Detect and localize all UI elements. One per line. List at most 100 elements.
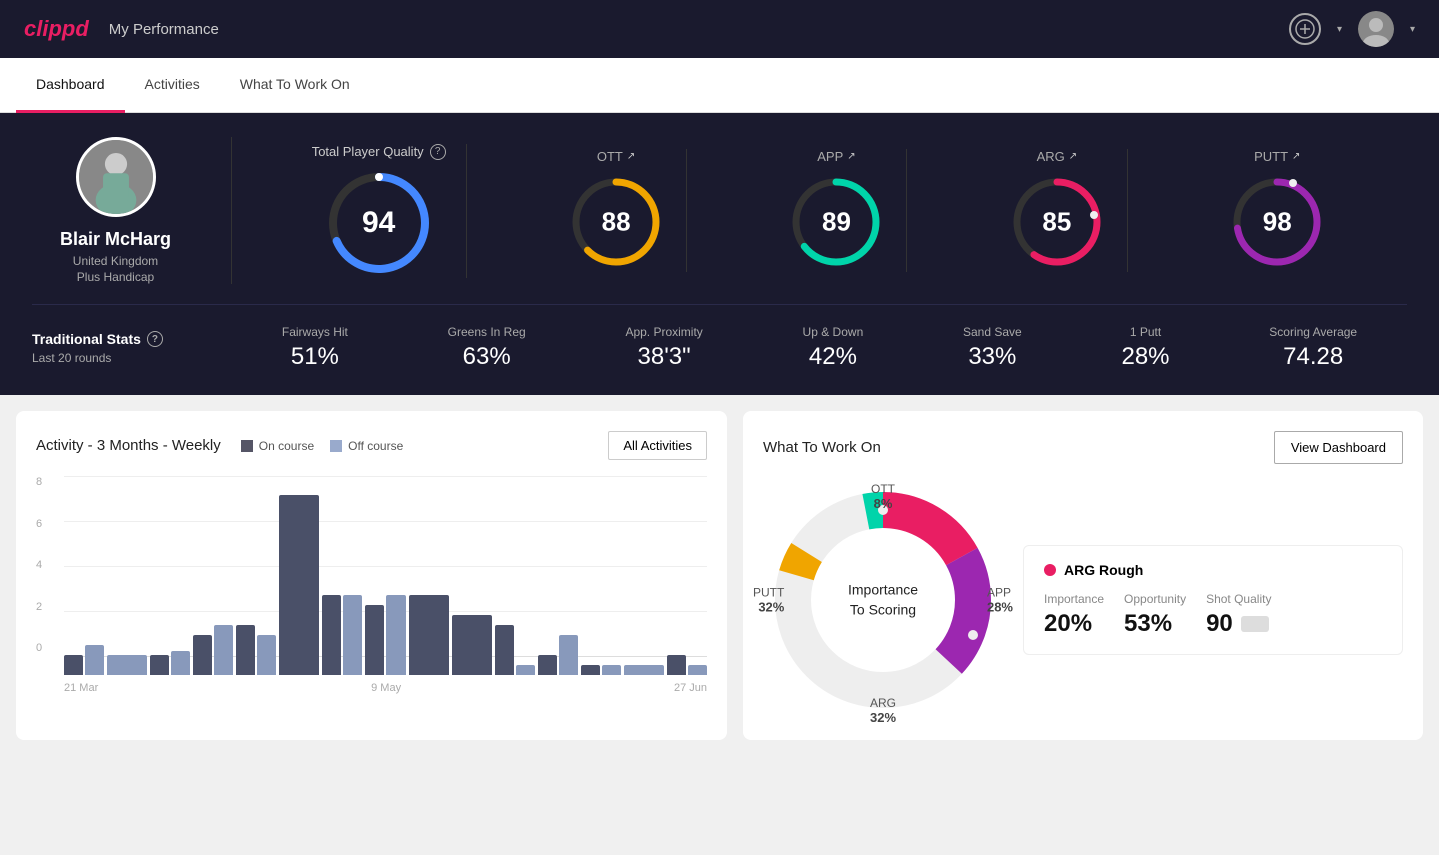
tpq-value: 94 xyxy=(362,206,395,240)
trad-help-icon[interactable]: ? xyxy=(147,331,163,347)
trad-sublabel: Last 20 rounds xyxy=(32,351,200,365)
bar-off-course xyxy=(602,665,621,675)
arg-label: ARG ↗ xyxy=(1037,149,1078,164)
arg-stat-shot-quality: Shot Quality 90 xyxy=(1206,592,1271,638)
stat-app-proximity-label: App. Proximity xyxy=(625,325,702,339)
x-label-may: 9 May xyxy=(371,682,401,694)
legend-on-course: On course xyxy=(241,439,314,453)
traditional-stats: Traditional Stats ? Last 20 rounds Fairw… xyxy=(32,304,1407,371)
stat-up-down-label: Up & Down xyxy=(803,325,864,339)
activity-panel: Activity - 3 Months - Weekly On course O… xyxy=(16,411,727,740)
stat-1-putt: 1 Putt 28% xyxy=(1121,325,1169,371)
bar-group xyxy=(150,476,190,675)
trad-label: Traditional Stats ? xyxy=(32,331,200,347)
on-course-dot xyxy=(241,440,253,452)
player-country: United Kingdom xyxy=(73,254,158,268)
tpq-score: Total Player Quality ? 94 xyxy=(292,144,467,278)
bar-group xyxy=(624,476,664,675)
bottom-panels: Activity - 3 Months - Weekly On course O… xyxy=(0,395,1439,756)
arg-importance-label: Importance xyxy=(1044,592,1104,606)
tab-dashboard[interactable]: Dashboard xyxy=(16,58,125,113)
all-activities-button[interactable]: All Activities xyxy=(608,431,707,460)
arg-card-dot xyxy=(1044,564,1056,576)
avatar-button[interactable] xyxy=(1358,11,1394,47)
player-avatar xyxy=(76,137,156,217)
stat-sand-save-label: Sand Save xyxy=(963,325,1022,339)
bar-group xyxy=(279,476,319,675)
add-button[interactable] xyxy=(1289,13,1321,45)
bar-off-course xyxy=(171,651,190,675)
legend-off-course: Off course xyxy=(330,439,403,453)
off-course-dot xyxy=(330,440,342,452)
stat-app-proximity-value: 38'3" xyxy=(638,343,691,371)
putt-score: PUTT ↗ 98 xyxy=(1207,149,1347,272)
stat-greens-in-reg-label: Greens In Reg xyxy=(448,325,526,339)
bar-off-course xyxy=(257,635,276,675)
bar-on-course xyxy=(581,665,600,675)
bar-on-course xyxy=(409,595,449,675)
arg-stats-row: Importance 20% Opportunity 53% Shot Qual… xyxy=(1044,592,1382,638)
stat-1-putt-label: 1 Putt xyxy=(1130,325,1161,339)
arg-opportunity-value: 53% xyxy=(1124,610,1186,638)
bar-on-course xyxy=(365,605,384,675)
wtwo-panel: What To Work On View Dashboard xyxy=(743,411,1423,740)
ott-label: OTT ↗ xyxy=(597,149,635,164)
y-label-2: 2 xyxy=(36,601,60,613)
bar-group xyxy=(236,476,276,675)
x-label-jun: 27 Jun xyxy=(674,682,707,694)
y-label-6: 6 xyxy=(36,518,60,530)
putt-value: 98 xyxy=(1263,207,1292,238)
y-label-0: 0 xyxy=(36,642,60,654)
arg-card-title: ARG Rough xyxy=(1044,562,1382,578)
bar-off-course xyxy=(516,665,535,675)
bar-on-course xyxy=(64,655,83,675)
scores-section: Total Player Quality ? 94 OTT ↗ xyxy=(232,144,1407,278)
tab-what-to-work-on[interactable]: What To Work On xyxy=(220,58,370,113)
view-dashboard-button[interactable]: View Dashboard xyxy=(1274,431,1403,464)
bar-on-course xyxy=(279,495,319,675)
app-ring: 89 xyxy=(786,172,886,272)
wtwo-right: ARG Rough Importance 20% Opportunity 53%… xyxy=(1023,545,1403,655)
player-info: Blair McHarg United Kingdom Plus Handica… xyxy=(32,137,232,284)
ott-segment-label: OTT 8% xyxy=(871,482,895,511)
stat-greens-in-reg-value: 63% xyxy=(463,343,511,371)
arg-ring: 85 xyxy=(1007,172,1107,272)
ott-arrow-icon: ↗ xyxy=(627,151,635,162)
header-title: My Performance xyxy=(109,21,219,38)
bar-on-course xyxy=(667,655,686,675)
bar-on-course xyxy=(495,625,514,675)
putt-segment-label: PUTT 32% xyxy=(753,586,784,615)
trad-label-section: Traditional Stats ? Last 20 rounds xyxy=(32,331,232,365)
ott-ring: 88 xyxy=(566,172,666,272)
wtwo-panel-header: What To Work On View Dashboard xyxy=(763,431,1403,464)
app-score: APP ↗ 89 xyxy=(766,149,907,272)
bar-on-course xyxy=(150,655,169,675)
bar-group xyxy=(64,476,104,675)
donut-chart: ImportanceTo Scoring OTT 8% APP 28% ARG … xyxy=(763,480,1003,720)
bar-group xyxy=(538,476,578,675)
logo: clippd xyxy=(24,16,89,42)
tpq-help-icon[interactable]: ? xyxy=(430,144,446,160)
tpq-ring: 94 xyxy=(324,168,434,278)
tpq-label: Total Player Quality ? xyxy=(312,144,446,160)
ott-value: 88 xyxy=(602,207,631,238)
arg-value: 85 xyxy=(1042,207,1071,238)
tab-activities[interactable]: Activities xyxy=(125,58,220,113)
bar-group xyxy=(495,476,535,675)
app-segment-label: APP 28% xyxy=(987,586,1013,615)
putt-arrow-icon: ↗ xyxy=(1292,151,1300,162)
arg-stat-importance: Importance 20% xyxy=(1044,592,1104,638)
activity-panel-header: Activity - 3 Months - Weekly On course O… xyxy=(36,431,707,460)
stat-fairways-hit-label: Fairways Hit xyxy=(282,325,348,339)
bar-off-course xyxy=(343,595,362,675)
stat-sand-save-value: 33% xyxy=(968,343,1016,371)
header: clippd My Performance ▾ ▾ xyxy=(0,0,1439,58)
player-name: Blair McHarg xyxy=(60,229,171,250)
stat-scoring-average-label: Scoring Average xyxy=(1269,325,1357,339)
putt-label: PUTT ↗ xyxy=(1254,149,1300,164)
bar-on-course xyxy=(193,635,212,675)
bar-on-course xyxy=(322,595,341,675)
bar-group xyxy=(107,476,147,675)
hero-section: Blair McHarg United Kingdom Plus Handica… xyxy=(0,113,1439,395)
bar-on-course xyxy=(538,655,557,675)
